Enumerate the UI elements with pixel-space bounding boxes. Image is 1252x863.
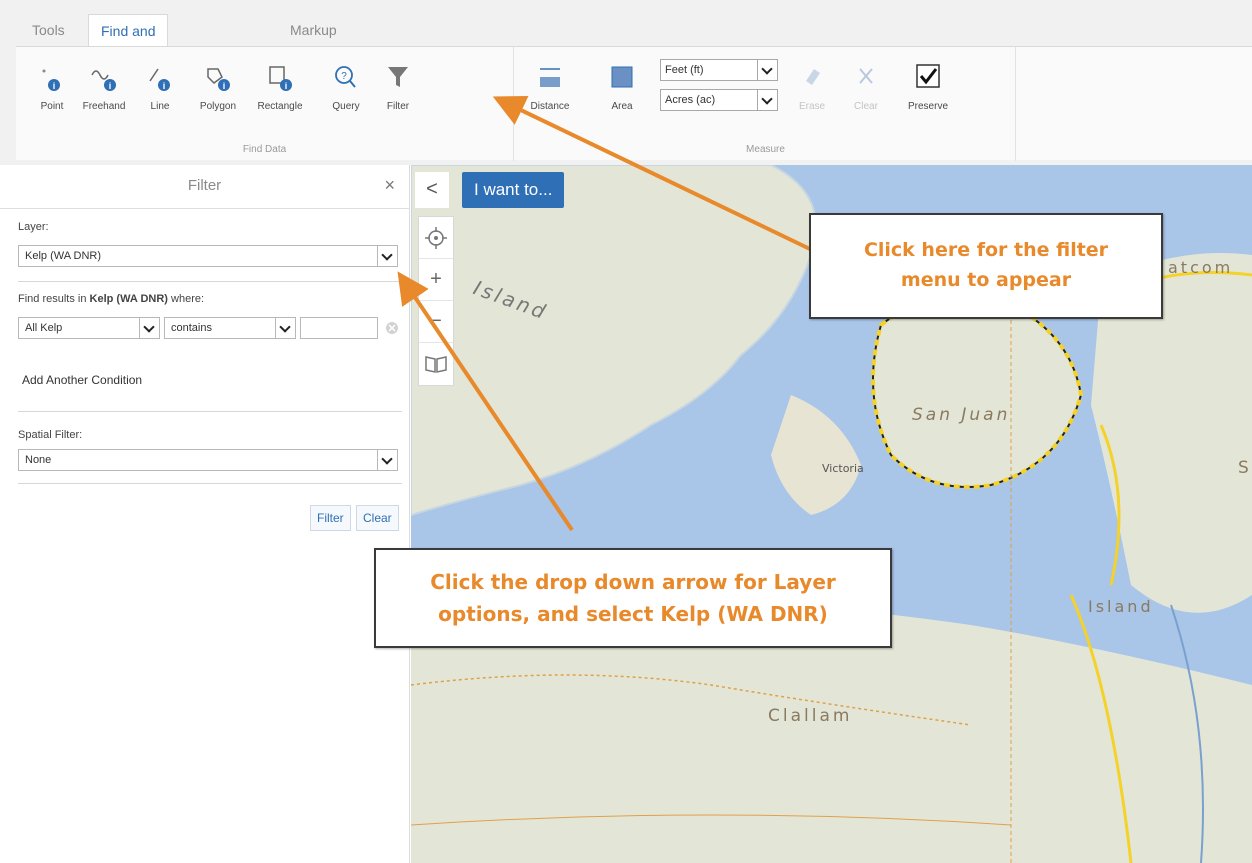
arrow-to-layer-dropdown: [397, 271, 574, 532]
arrow-to-filter-tool: [492, 95, 813, 252]
callout-layer-options-line-2: options, and select Kelp (WA DNR): [438, 602, 828, 626]
annotation-arrows: [397, 95, 813, 532]
callout-filter-menu-line-2: menu to appear: [900, 269, 1072, 291]
callout-filter-menu-line-1: Click here for the filter: [863, 239, 1109, 261]
callout-filter-menu: Click here for the filter menu to appear: [809, 213, 1163, 319]
callout-layer-options: Click the drop down arrow for Layer opti…: [374, 548, 892, 648]
callout-layer-options-line-1: Click the drop down arrow for Layer: [430, 570, 836, 594]
